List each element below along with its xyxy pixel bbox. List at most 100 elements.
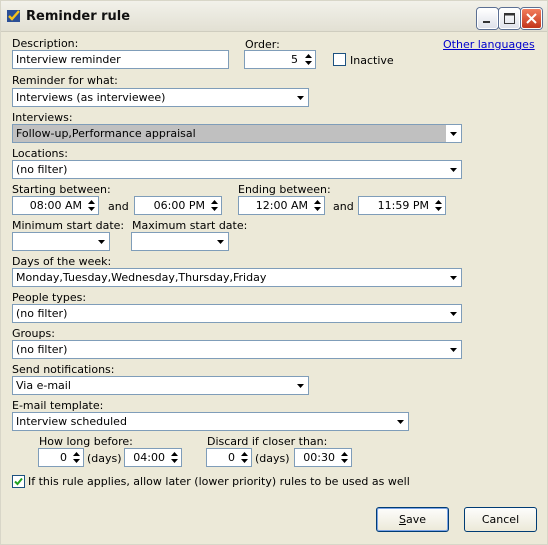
- spin-up-icon: [241, 452, 248, 456]
- reminder-for-what-value: Interviews (as interviewee): [16, 91, 166, 104]
- before-days-spin[interactable]: [70, 449, 83, 466]
- dropdown-button[interactable]: [293, 377, 308, 394]
- chevron-down-icon: [397, 420, 404, 424]
- interviews-select[interactable]: Follow-up,Performance appraisal: [12, 124, 462, 143]
- chevron-down-icon: [450, 168, 457, 172]
- groups-value: (no filter): [16, 343, 68, 356]
- dropdown-button[interactable]: [446, 125, 461, 142]
- max-start-date-label: Maximum start date:: [132, 219, 248, 232]
- dropdown-button[interactable]: [446, 269, 461, 286]
- discard-days-spinner[interactable]: 0: [206, 448, 252, 467]
- discard-time-spin[interactable]: [338, 449, 351, 466]
- order-spin-buttons[interactable]: [302, 51, 315, 68]
- interviews-value: Follow-up,Performance appraisal: [16, 127, 196, 140]
- start-from-value: 08:00 AM: [29, 199, 82, 212]
- spin-up-icon: [211, 200, 218, 204]
- days-of-week-label: Days of the week:: [12, 255, 112, 268]
- inactive-checkbox[interactable]: [333, 53, 346, 66]
- days-of-week-select[interactable]: Monday,Tuesday,Wednesday,Thursday,Friday: [12, 268, 462, 287]
- locations-label: Locations:: [12, 147, 68, 160]
- dropdown-button[interactable]: [446, 341, 461, 358]
- before-time-spin[interactable]: [168, 449, 181, 466]
- dropdown-button[interactable]: [446, 161, 461, 178]
- send-notifications-select[interactable]: Via e-mail: [12, 376, 309, 395]
- chevron-down-icon: [450, 348, 457, 352]
- spin-up-icon: [314, 200, 321, 204]
- people-types-value: (no filter): [16, 307, 68, 320]
- before-days-spinner[interactable]: 0: [38, 448, 84, 467]
- start-from-spin[interactable]: [85, 197, 98, 214]
- dropdown-button[interactable]: [446, 305, 461, 322]
- cancel-button[interactable]: Cancel: [464, 507, 537, 532]
- locations-select[interactable]: (no filter): [12, 160, 462, 179]
- inactive-label: Inactive: [350, 54, 394, 67]
- reminder-rule-dialog: Reminder rule Description: Interview rem…: [0, 0, 548, 545]
- allow-later-rules-checkbox[interactable]: [12, 475, 25, 488]
- days-of-week-value: Monday,Tuesday,Wednesday,Thursday,Friday: [16, 271, 267, 284]
- people-types-label: People types:: [12, 291, 87, 304]
- maximize-icon: [504, 13, 515, 24]
- people-types-select[interactable]: (no filter): [12, 304, 462, 323]
- spin-down-icon: [88, 207, 95, 211]
- spin-down-icon: [305, 61, 312, 65]
- spin-down-icon: [171, 459, 178, 463]
- before-days-value: 0: [60, 451, 67, 464]
- maximize-button[interactable]: [499, 8, 520, 29]
- dropdown-button[interactable]: [213, 233, 228, 250]
- end-to-value: 11:59 PM: [377, 199, 429, 212]
- email-template-select[interactable]: Interview scheduled: [12, 412, 409, 431]
- spin-up-icon: [171, 452, 178, 456]
- reminder-for-what-label: Reminder for what:: [12, 74, 118, 87]
- discard-time-spinner[interactable]: 00:30: [294, 448, 352, 467]
- window-title: Reminder rule: [26, 9, 131, 24]
- interviews-label: Interviews:: [12, 111, 73, 124]
- dropdown-button[interactable]: [293, 89, 308, 106]
- spin-down-icon: [241, 459, 248, 463]
- spin-down-icon: [211, 207, 218, 211]
- locations-value: (no filter): [16, 163, 68, 176]
- discard-if-closer-label: Discard if closer than:: [207, 435, 328, 448]
- spin-up-icon: [88, 200, 95, 204]
- min-start-date-picker[interactable]: [12, 232, 110, 251]
- before-time-spinner[interactable]: 04:00: [124, 448, 182, 467]
- end-from-time[interactable]: 12:00 AM: [238, 196, 325, 215]
- end-to-time[interactable]: 11:59 PM: [358, 196, 446, 215]
- end-to-spin[interactable]: [432, 197, 445, 214]
- chevron-down-icon: [450, 132, 457, 136]
- email-template-value: Interview scheduled: [16, 415, 127, 428]
- start-to-time[interactable]: 06:00 PM: [134, 196, 222, 215]
- reminder-for-what-select[interactable]: Interviews (as interviewee): [12, 88, 309, 107]
- close-button[interactable]: [521, 8, 542, 29]
- dropdown-button[interactable]: [393, 413, 408, 430]
- ending-between-label: Ending between:: [238, 183, 331, 196]
- other-languages-link[interactable]: Other languages: [443, 38, 535, 51]
- send-notifications-label: Send notifications:: [12, 363, 115, 376]
- spin-down-icon: [73, 459, 80, 463]
- max-start-date-picker[interactable]: [131, 232, 229, 251]
- end-from-value: 12:00 AM: [255, 199, 308, 212]
- chevron-down-icon: [297, 96, 304, 100]
- start-to-spin[interactable]: [208, 197, 221, 214]
- spin-up-icon: [341, 452, 348, 456]
- groups-select[interactable]: (no filter): [12, 340, 462, 359]
- save-button[interactable]: Save: [376, 507, 449, 532]
- send-notifications-value: Via e-mail: [16, 379, 71, 392]
- reminder-check-icon: [7, 10, 20, 22]
- chevron-down-icon: [217, 240, 224, 244]
- discard-days-spin[interactable]: [238, 449, 251, 466]
- spin-up-icon: [73, 452, 80, 456]
- minimize-button[interactable]: [477, 8, 498, 29]
- chevron-down-icon: [98, 240, 105, 244]
- spin-down-icon: [435, 207, 442, 211]
- close-icon: [526, 13, 537, 24]
- groups-label: Groups:: [12, 327, 55, 340]
- days-unit-label: (days): [255, 452, 290, 465]
- dropdown-button[interactable]: [94, 233, 109, 250]
- order-spinner[interactable]: 5: [244, 50, 316, 69]
- and-label: and: [333, 200, 354, 213]
- description-input[interactable]: Interview reminder: [12, 50, 229, 69]
- title-bar[interactable]: Reminder rule: [1, 1, 547, 32]
- discard-days-value: 0: [228, 451, 235, 464]
- start-from-time[interactable]: 08:00 AM: [12, 196, 99, 215]
- end-from-spin[interactable]: [311, 197, 324, 214]
